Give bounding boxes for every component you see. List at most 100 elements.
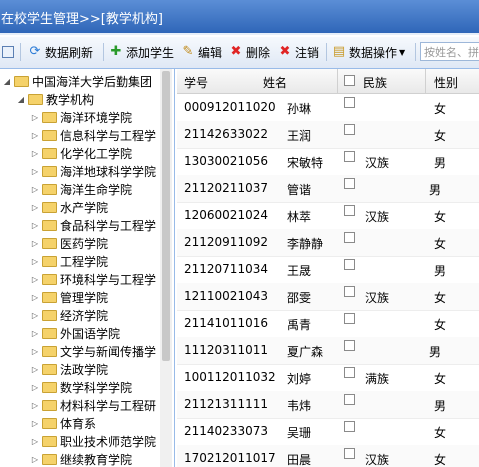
tree-node-item[interactable]: ▷ 环境科学与工程学 (30, 270, 156, 288)
cell-student-id: 170212011017 (184, 451, 276, 465)
data-operations-menu[interactable]: ▤ 数据操作 ▼ (332, 43, 405, 61)
edit-label: 编辑 (198, 45, 223, 60)
table-row[interactable]: 21141011016 禹青 女 (177, 310, 479, 338)
cancel-registration-button[interactable]: ✖ 注销 (278, 43, 319, 61)
col-divider (425, 69, 426, 93)
table-row[interactable]: 21142633022 王润 女 (177, 121, 479, 149)
table-row[interactable]: 21120211037 管谐 男 (177, 175, 479, 203)
tree-scrollbar[interactable] (160, 69, 172, 467)
tree-item-label: 海洋环境学院 (60, 110, 133, 125)
tree-node-item[interactable]: ▷ 数学科学学院 (30, 378, 132, 396)
row-checkbox[interactable] (344, 178, 355, 189)
table-row[interactable]: 21140233073 吴珊 女 (177, 418, 479, 446)
table-row[interactable]: 21120711034 王晟 男 (177, 256, 479, 284)
tree-node-item[interactable]: ▷ 工程学院 (30, 252, 108, 270)
table-row[interactable]: 12060021024 林萃 汉族 女 (177, 202, 479, 230)
folder-icon (42, 183, 57, 195)
tree-node-item[interactable]: ▷ 海洋地球科学学院 (30, 162, 156, 180)
tree-item-label: 医药学院 (60, 236, 109, 251)
folder-icon (42, 345, 57, 357)
row-checkbox[interactable] (344, 367, 355, 378)
collapsed-icon: ▷ (31, 130, 39, 140)
cancel-icon: ✖ (279, 44, 291, 59)
cell-name: 李静静 (287, 237, 324, 251)
cell-gender: 女 (434, 102, 447, 116)
tree-node-item[interactable]: ▷ 文学与新闻传播学 (30, 342, 156, 360)
tree-node-item[interactable]: ▷ 食品科学与工程学 (30, 216, 156, 234)
tree-node-item[interactable]: ▷ 法政学院 (30, 360, 108, 378)
tree-node-item[interactable]: ▷ 信息科学与工程学 (30, 126, 156, 144)
table-row[interactable]: 21120911092 李静静 女 (177, 229, 479, 257)
row-checkbox[interactable] (344, 232, 355, 243)
delete-label: 删除 (246, 45, 271, 60)
row-checkbox[interactable] (344, 205, 355, 216)
search-input[interactable]: 按姓名、拼 (420, 42, 479, 61)
cell-gender: 男 (434, 156, 447, 170)
row-checkbox[interactable] (344, 97, 355, 108)
table-row[interactable]: 100112011032 刘婷 满族 女 (177, 364, 479, 392)
collapsed-icon: ▷ (31, 436, 39, 446)
row-checkbox[interactable] (344, 259, 355, 270)
cell-gender: 男 (434, 264, 447, 278)
delete-button[interactable]: ✖ 删除 (229, 43, 270, 61)
folder-icon (42, 291, 57, 303)
collapsed-icon: ▷ (31, 202, 39, 212)
cell-student-id: 21120211037 (184, 181, 268, 195)
row-checkbox[interactable] (344, 286, 355, 297)
layout-icon[interactable] (2, 43, 17, 61)
collapsed-icon: ▷ (31, 256, 39, 266)
tree-item-label: 工程学院 (60, 254, 109, 269)
row-checkbox[interactable] (344, 313, 355, 324)
tree-node-item[interactable]: ▷ 体育系 (30, 414, 96, 432)
table-row[interactable]: 170212011017 田晨 汉族 女 (177, 445, 479, 467)
toolbar-separator (326, 43, 327, 61)
collapsed-icon: ▷ (31, 382, 39, 392)
tree-node-root[interactable]: ◢ 中国海洋大学后勤集团 (2, 72, 152, 90)
tree-node-item[interactable]: ▷ 材料科学与工程研 (30, 396, 156, 414)
scrollbar-thumb[interactable] (162, 71, 170, 361)
row-checkbox[interactable] (344, 394, 355, 405)
tree-node-item[interactable]: ▷ 化学化工学院 (30, 144, 132, 162)
folder-icon (42, 381, 57, 393)
table-row[interactable]: 000912011020 孙琳 女 (177, 94, 479, 122)
cell-gender: 女 (434, 237, 447, 251)
refresh-button[interactable]: ⟳ 数据刷新 (28, 43, 93, 61)
tree-item-label: 海洋生命学院 (60, 182, 133, 197)
row-checkbox[interactable] (344, 421, 355, 432)
collapsed-icon: ▷ (31, 220, 39, 230)
toolbar-separator (20, 43, 21, 61)
table-row[interactable]: 12110021043 邵雯 汉族 女 (177, 283, 479, 311)
cell-gender: 女 (434, 372, 447, 386)
select-all-checkbox[interactable] (344, 75, 355, 86)
table-row[interactable]: 21121311111 韦炜 男 (177, 391, 479, 419)
tree-node-item[interactable]: ▷ 水产学院 (30, 198, 108, 216)
tree-node-item[interactable]: ▷ 职业技术师范学院 (30, 432, 156, 450)
folder-icon (42, 435, 57, 447)
tree-node-item[interactable]: ▷ 医药学院 (30, 234, 108, 252)
table-row[interactable]: 11120311011 夏广森 男 (177, 337, 479, 365)
tree-node-item[interactable]: ▷ 外国语学院 (30, 324, 120, 342)
cell-name: 刘婷 (287, 372, 312, 386)
row-checkbox[interactable] (344, 340, 355, 351)
col-header-ethnic[interactable]: 民族 (363, 74, 387, 91)
col-header-id[interactable]: 学号 (184, 74, 208, 91)
folder-icon (42, 327, 57, 339)
row-checkbox[interactable] (344, 124, 355, 135)
collapsed-icon: ▷ (31, 346, 39, 356)
row-checkbox[interactable] (344, 151, 355, 162)
col-header-gender[interactable]: 性别 (434, 74, 458, 91)
add-student-button[interactable]: ✚ 添加学生 (109, 43, 174, 61)
tree-node-group[interactable]: ◢ 教学机构 (16, 90, 94, 108)
col-header-name[interactable]: 姓名 (263, 74, 287, 91)
row-checkbox[interactable] (344, 448, 355, 459)
collapsed-icon: ▷ (31, 166, 39, 176)
tree-node-item[interactable]: ▷ 管理学院 (30, 288, 108, 306)
tree-node-item[interactable]: ▷ 继续教育学院 (30, 450, 132, 467)
tree-node-item[interactable]: ▷ 海洋环境学院 (30, 108, 132, 126)
edit-button[interactable]: ✎ 编辑 (181, 43, 222, 61)
table-row[interactable]: 13030021056 宋敏特 汉族 男 (177, 148, 479, 176)
tree-node-item[interactable]: ▷ 海洋生命学院 (30, 180, 132, 198)
folder-icon (42, 309, 57, 321)
plus-icon: ✚ (110, 44, 122, 59)
tree-node-item[interactable]: ▷ 经济学院 (30, 306, 108, 324)
